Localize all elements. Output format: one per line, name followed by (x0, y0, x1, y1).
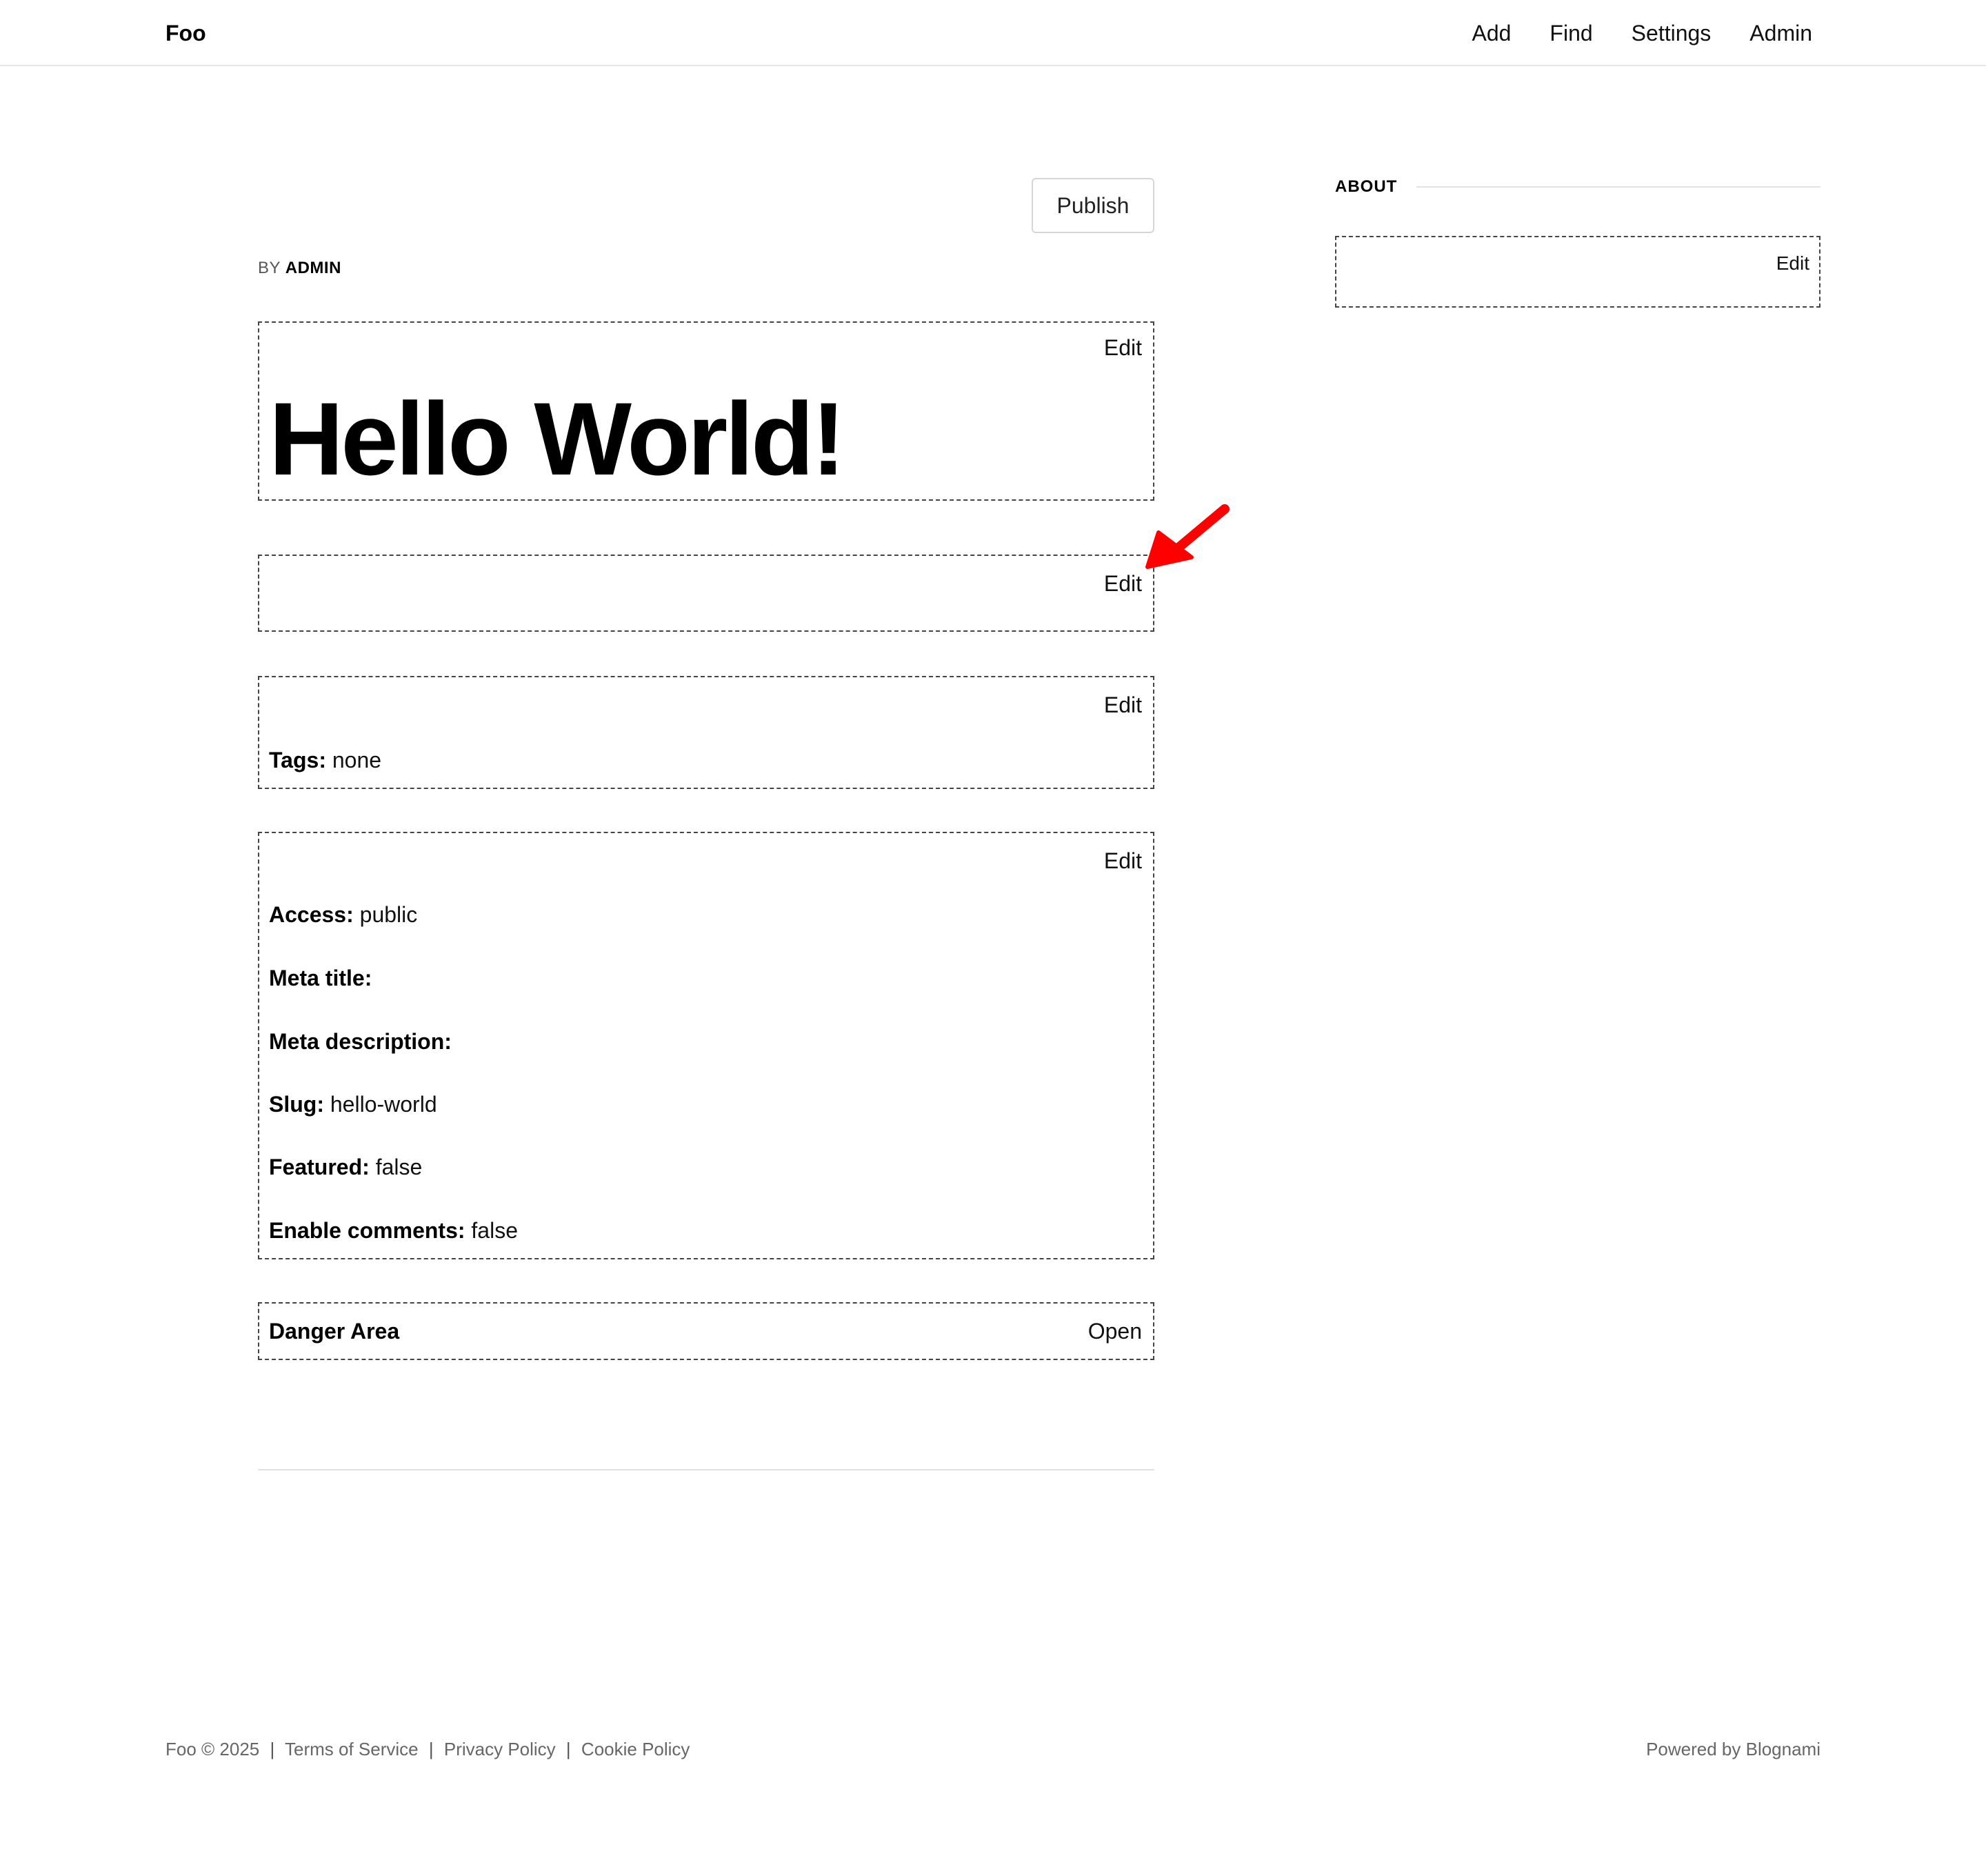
about-edit-link[interactable]: Edit (1776, 250, 1809, 277)
slug-field: Slug: hello-world (269, 1090, 437, 1118)
tags-field: Tags: none (269, 746, 381, 774)
nav-settings[interactable]: Settings (1632, 18, 1712, 48)
post-byline: BY ADMIN (258, 258, 341, 279)
access-value: public (359, 902, 418, 927)
slug-label: Slug: (269, 1092, 324, 1117)
footer-left: Foo © 2025 | Terms of Service | Privacy … (166, 1737, 690, 1762)
meta-description-label: Meta description: (269, 1029, 452, 1054)
meta-title-field: Meta title: (269, 964, 372, 992)
featured-field: Featured: false (269, 1153, 422, 1181)
site-brand[interactable]: Foo (166, 18, 206, 48)
meta-block: Edit Access: public Meta title: Meta des… (258, 832, 1154, 1259)
meta-edit-link[interactable]: Edit (1104, 847, 1142, 875)
tags-block: Edit Tags: none (258, 676, 1154, 789)
byline-prefix: BY (258, 259, 281, 277)
tags-edit-link[interactable]: Edit (1104, 691, 1142, 719)
post-title: Hello World! (269, 381, 846, 497)
featured-label: Featured: (269, 1155, 370, 1179)
footer-separator: | (428, 1739, 434, 1759)
tags-label: Tags: (269, 748, 326, 772)
title-block: Edit Hello World! (258, 321, 1154, 501)
about-divider (1416, 186, 1820, 188)
about-block: Edit (1335, 236, 1820, 308)
danger-area-open-link[interactable]: Open (1088, 1317, 1142, 1345)
footer-copyright: Foo © 2025 (166, 1739, 260, 1759)
about-heading: ABOUT (1335, 177, 1398, 196)
enable-comments-label: Enable comments: (269, 1218, 465, 1243)
main-nav: Add Find Settings Admin (1472, 18, 1812, 48)
nav-add[interactable]: Add (1472, 18, 1511, 48)
footer-cookie-link[interactable]: Cookie Policy (581, 1739, 690, 1759)
access-label: Access: (269, 902, 354, 927)
danger-area-title: Danger Area (269, 1319, 400, 1344)
enable-comments-field: Enable comments: false (269, 1217, 518, 1244)
footer-powered-by: Powered by Blognami (1646, 1739, 1820, 1759)
meta-title-label: Meta title: (269, 966, 372, 990)
top-navbar: Foo Add Find Settings Admin (0, 0, 1986, 66)
enable-comments-value: false (471, 1218, 518, 1243)
featured-value: false (375, 1155, 423, 1179)
content-block: Edit (258, 555, 1154, 632)
footer-terms-link[interactable]: Terms of Service (285, 1739, 419, 1759)
footer-privacy-link[interactable]: Privacy Policy (444, 1739, 556, 1759)
nav-find[interactable]: Find (1549, 18, 1592, 48)
footer-separator: | (270, 1739, 275, 1759)
content-divider (258, 1469, 1154, 1470)
title-edit-link[interactable]: Edit (1104, 334, 1142, 361)
slug-value: hello-world (330, 1092, 437, 1117)
byline-author[interactable]: ADMIN (285, 259, 341, 277)
annotation-arrow-icon (1145, 504, 1230, 569)
danger-area-block: Danger Area Open (258, 1302, 1154, 1360)
meta-description-field: Meta description: (269, 1028, 452, 1055)
publish-button[interactable]: Publish (1032, 178, 1154, 233)
footer-separator: | (565, 1739, 571, 1759)
content-edit-link[interactable]: Edit (1104, 570, 1142, 597)
access-field: Access: public (269, 901, 417, 928)
tags-value: none (332, 748, 382, 772)
nav-admin[interactable]: Admin (1749, 18, 1812, 48)
